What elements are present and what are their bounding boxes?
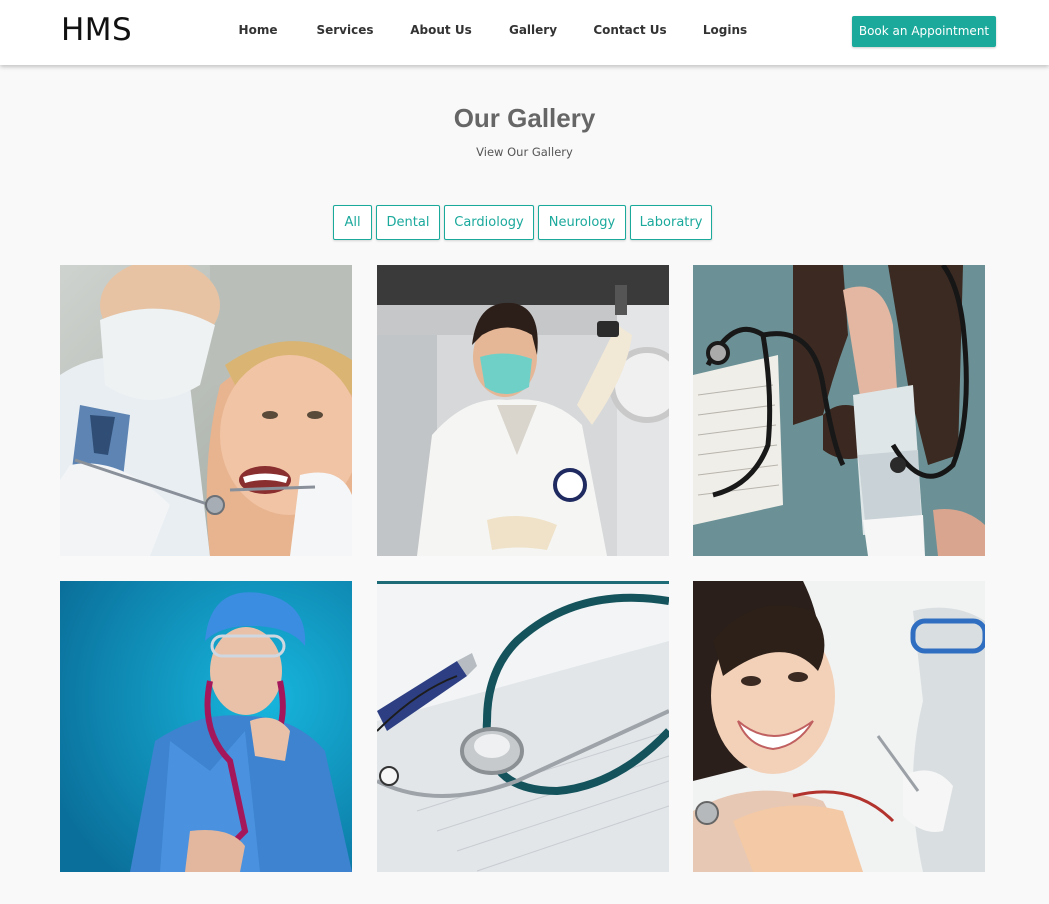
lab-scientist-photo: [377, 265, 669, 556]
filter-neurology-button[interactable]: Neurology: [538, 205, 626, 240]
page-subtitle: View Our Gallery: [476, 145, 573, 159]
filter-cardiology-button[interactable]: Cardiology: [444, 205, 534, 240]
gallery-item-cardiology-1[interactable]: [693, 265, 985, 556]
gallery-filter-bar: All Dental Cardiology Neurology Laboratr…: [0, 205, 1049, 240]
gallery-item-laboratry-1[interactable]: [377, 265, 669, 556]
filter-laboratry-button[interactable]: Laboratry: [630, 205, 712, 240]
nav-gallery[interactable]: Gallery: [509, 23, 557, 37]
nurse-stethoscope-photo: [60, 581, 352, 872]
nav-contact-us[interactable]: Contact Us: [593, 23, 666, 37]
stethoscope-pen-photo: [377, 581, 669, 872]
book-appointment-button[interactable]: Book an Appointment: [852, 16, 996, 47]
gallery-item-cardiology-2[interactable]: [60, 581, 352, 872]
top-navbar: HMS Home Services About Us Gallery Conta…: [0, 0, 1049, 65]
nav-logins[interactable]: Logins: [703, 23, 747, 37]
blood-pressure-photo: [693, 265, 985, 556]
page-title: Our Gallery: [453, 103, 596, 133]
smiling-dental-patient-photo: [693, 581, 985, 872]
filter-all-button[interactable]: All: [333, 205, 372, 240]
dentist-patient-photo: [60, 265, 352, 556]
gallery-item-dental-1[interactable]: [60, 265, 352, 556]
gallery-item-dental-2[interactable]: [693, 581, 985, 872]
nav-services[interactable]: Services: [316, 23, 373, 37]
filter-dental-button[interactable]: Dental: [376, 205, 440, 240]
gallery-item-cardiology-3[interactable]: [377, 581, 669, 872]
nav-about-us[interactable]: About Us: [410, 23, 471, 37]
nav-home[interactable]: Home: [239, 23, 278, 37]
